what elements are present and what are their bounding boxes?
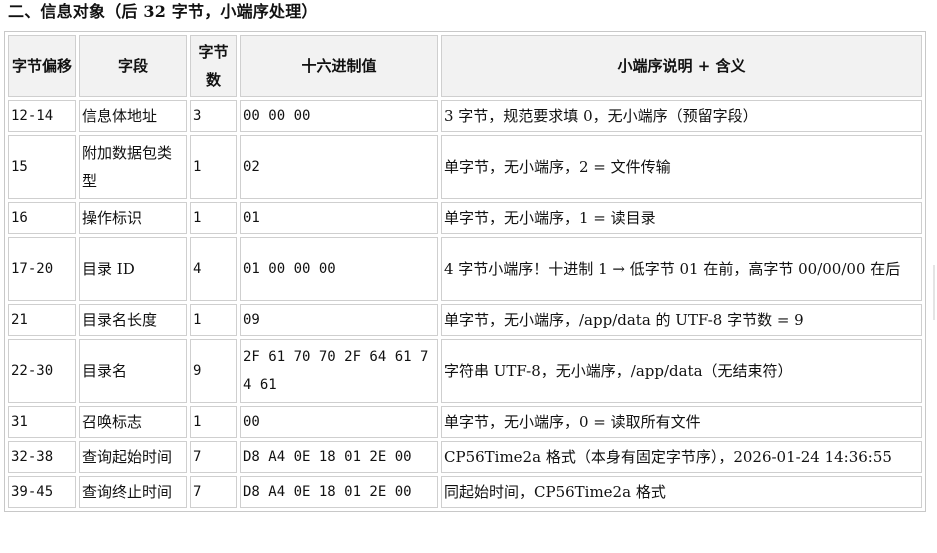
header-field: 字段 (79, 35, 187, 97)
cell-field: 操作标识 (79, 202, 187, 234)
cell-field: 信息体地址 (79, 100, 187, 132)
table-row: 32-38 查询起始时间 7 D8 A4 0E 18 01 2E 00 CP56… (8, 441, 922, 473)
cell-offset: 15 (8, 135, 76, 199)
cell-offset: 22-30 (8, 339, 76, 403)
cell-field: 附加数据包类型 (79, 135, 187, 199)
cell-desc: 单字节，无小端序，/app/data 的 UTF-8 字节数 = 9 (441, 304, 922, 336)
cell-bytes: 3 (190, 100, 237, 132)
cell-offset: 12-14 (8, 100, 76, 132)
cell-bytes: 4 (190, 237, 237, 301)
table-row: 22-30 目录名 9 2F 61 70 70 2F 64 61 74 61 字… (8, 339, 922, 403)
cell-desc: 同起始时间，CP56Time2a 格式 (441, 476, 922, 508)
cell-desc: 单字节，无小端序，1 = 读目录 (441, 202, 922, 234)
cell-field: 查询终止时间 (79, 476, 187, 508)
table-row: 39-45 查询终止时间 7 D8 A4 0E 18 01 2E 00 同起始时… (8, 476, 922, 508)
section-title: 二、信息对象（后 32 字节，小端序处理） (8, 2, 318, 21)
cell-offset: 32-38 (8, 441, 76, 473)
cell-offset: 21 (8, 304, 76, 336)
cell-hex: 09 (240, 304, 438, 336)
cell-hex: 01 (240, 202, 438, 234)
cell-offset: 16 (8, 202, 76, 234)
table-header-row: 字节偏移 字段 字节数 十六进制值 小端序说明 + 含义 (8, 35, 922, 97)
cell-field: 查询起始时间 (79, 441, 187, 473)
cell-hex: 01 00 00 00 (240, 237, 438, 301)
cell-hex: D8 A4 0E 18 01 2E 00 (240, 476, 438, 508)
cell-desc: 单字节，无小端序，0 = 读取所有文件 (441, 406, 922, 438)
cell-offset: 17-20 (8, 237, 76, 301)
cell-field: 目录名长度 (79, 304, 187, 336)
info-object-table: 字节偏移 字段 字节数 十六进制值 小端序说明 + 含义 12-14 信息体地址… (4, 31, 926, 512)
table-row: 21 目录名长度 1 09 单字节，无小端序，/app/data 的 UTF-8… (8, 304, 922, 336)
table-row: 17-20 目录 ID 4 01 00 00 00 4 字节小端序！十进制 1 … (8, 237, 922, 301)
table-row: 15 附加数据包类型 1 02 单字节，无小端序，2 = 文件传输 (8, 135, 922, 199)
cell-hex: 00 (240, 406, 438, 438)
cell-bytes: 7 (190, 476, 237, 508)
cell-desc: 4 字节小端序！十进制 1 → 低字节 01 在前，高字节 00/00/00 在… (441, 237, 922, 301)
cell-field: 目录名 (79, 339, 187, 403)
table-row: 16 操作标识 1 01 单字节，无小端序，1 = 读目录 (8, 202, 922, 234)
cell-desc: 3 字节，规范要求填 0，无小端序（预留字段） (441, 100, 922, 132)
cell-bytes: 7 (190, 441, 237, 473)
scrollbar-edge (933, 265, 935, 320)
cell-hex: D8 A4 0E 18 01 2E 00 (240, 441, 438, 473)
cell-hex: 02 (240, 135, 438, 199)
cell-bytes: 9 (190, 339, 237, 403)
cell-hex: 00 00 00 (240, 100, 438, 132)
header-description: 小端序说明 + 含义 (441, 35, 922, 97)
cell-desc: 单字节，无小端序，2 = 文件传输 (441, 135, 922, 199)
cell-desc: CP56Time2a 格式（本身有固定字节序），2026-01-24 14:36… (441, 441, 922, 473)
cell-offset: 31 (8, 406, 76, 438)
table-row: 31 召唤标志 1 00 单字节，无小端序，0 = 读取所有文件 (8, 406, 922, 438)
table-row: 12-14 信息体地址 3 00 00 00 3 字节，规范要求填 0，无小端序… (8, 100, 922, 132)
cell-bytes: 1 (190, 202, 237, 234)
header-hex-value: 十六进制值 (240, 35, 438, 97)
cell-bytes: 1 (190, 135, 237, 199)
cell-field: 目录 ID (79, 237, 187, 301)
cell-hex: 2F 61 70 70 2F 64 61 74 61 (240, 339, 438, 403)
cell-bytes: 1 (190, 406, 237, 438)
cell-field: 召唤标志 (79, 406, 187, 438)
cell-offset: 39-45 (8, 476, 76, 508)
cell-bytes: 1 (190, 304, 237, 336)
cell-desc: 字符串 UTF-8，无小端序，/app/data（无结束符） (441, 339, 922, 403)
header-byte-count: 字节数 (190, 35, 237, 97)
header-byte-offset: 字节偏移 (8, 35, 76, 97)
